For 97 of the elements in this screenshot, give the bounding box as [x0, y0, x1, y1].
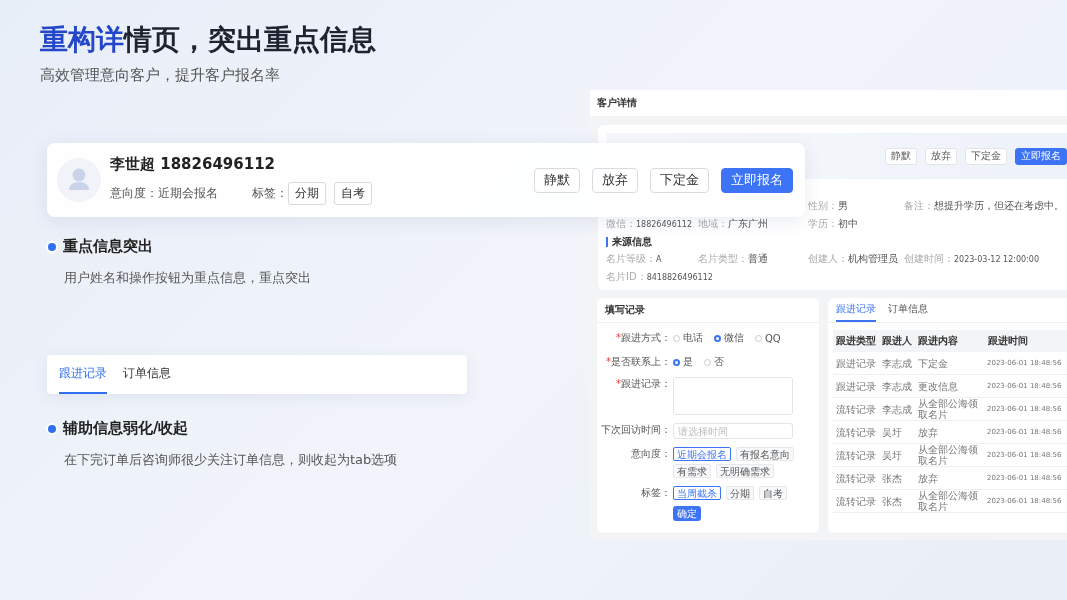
tab[interactable]: 跟进记录 [836, 298, 876, 322]
option-chip[interactable]: 自考 [759, 486, 787, 500]
option-chip[interactable]: 有报名意向 [736, 447, 794, 461]
point-description: 在下完订单后咨询师很少关注订单信息，则收起为tab选项 [64, 451, 398, 469]
bullet-dot [48, 242, 56, 251]
point-description: 用户姓名和操作按钮为重点信息，重点突出 [64, 269, 311, 287]
field-value: 2023-03-12 12:00:00 [954, 254, 1039, 264]
form-label: *是否联系上： [605, 355, 671, 369]
table-cell: 流转记录 [833, 489, 879, 513]
option-chip[interactable]: 分期 [726, 486, 754, 500]
field-label: 创建人： [808, 252, 848, 266]
option-chip[interactable]: 有需求 [673, 464, 711, 478]
option-chip[interactable]: 近期会报名 [673, 447, 731, 461]
action-button[interactable]: 下定金 [965, 147, 1007, 165]
action-button[interactable]: 放弃 [592, 167, 638, 193]
field-value: 男 [838, 199, 848, 213]
section-marker [606, 236, 608, 247]
radio-option[interactable]: QQ [755, 331, 781, 345]
card-title: 填写记录 [605, 303, 645, 317]
intent-label: 意向度： [110, 185, 158, 202]
radio-option[interactable]: 是 [673, 355, 693, 369]
field-label: 备注： [904, 199, 934, 213]
table-cell: 李志成 [879, 374, 915, 398]
customer-name: 李世超 18826496112 [110, 155, 276, 174]
column-header: 跟进时间 [985, 330, 1067, 352]
field-value: 普通 [748, 252, 768, 266]
table-cell: 流转记录 [833, 420, 879, 444]
text-area[interactable] [673, 377, 793, 415]
tab[interactable]: 订单信息 [888, 298, 928, 322]
form-label: 标签： [640, 486, 671, 500]
action-button[interactable]: 下定金 [650, 167, 709, 193]
option-chip[interactable]: 无明确需求 [716, 464, 774, 478]
radio-option[interactable]: 电话 [673, 331, 703, 345]
field-label: 名片ID： [606, 270, 647, 284]
field-value: 18826496112 [636, 219, 692, 229]
action-button[interactable]: 静默 [534, 167, 580, 193]
form-label: 下次回访时间： [600, 423, 671, 437]
field-value: 初中 [838, 217, 858, 231]
table-cell: 更改信息 [915, 374, 985, 398]
avatar-icon [57, 158, 101, 202]
window-title: 客户详情 [597, 96, 637, 110]
date-field[interactable]: 请选择时间 [673, 423, 793, 439]
form-label: *跟进方式： [615, 331, 671, 345]
radio-option[interactable]: 微信 [714, 331, 744, 345]
field-value: 8418826496112 [646, 272, 713, 282]
page-title: 重构详情页，突出重点信息 [40, 24, 376, 56]
form-label: *跟进记录： [615, 377, 671, 391]
field-label: 创建时间： [904, 252, 954, 266]
field-label: 名片等级： [606, 252, 656, 266]
field-value: 广东广州 [728, 217, 768, 231]
column-header: 跟进内容 [915, 330, 985, 352]
table-cell: 跟进记录 [833, 352, 879, 375]
table-cell: 张杰 [879, 466, 915, 490]
bullet-dot [48, 424, 56, 433]
table-cell: 跟进记录 [833, 374, 879, 398]
option-chip[interactable]: 当周截杀 [673, 486, 721, 500]
table-cell: 从全部公海领取名片 [915, 397, 985, 421]
field-label: 性别： [808, 199, 838, 213]
table-cell: 流转记录 [833, 397, 879, 421]
table-cell: 从全部公海领取名片 [915, 443, 985, 467]
table-cell: 放弃 [915, 420, 985, 444]
tab[interactable]: 跟进记录 [59, 355, 107, 394]
tab[interactable]: 订单信息 [123, 355, 171, 394]
action-button[interactable]: 放弃 [925, 147, 957, 165]
field-label: 学历： [808, 217, 838, 231]
table-cell: 流转记录 [833, 443, 879, 467]
action-button[interactable]: 静默 [885, 147, 917, 165]
radio-option[interactable]: 否 [704, 355, 724, 369]
column-header: 跟进人 [879, 330, 915, 352]
field-label: 地域： [698, 217, 728, 231]
point-title: 辅助信息弱化/收起 [63, 419, 189, 438]
table-cell: 下定金 [915, 352, 985, 375]
field-label: 名片类型： [698, 252, 748, 266]
tags-label: 标签： [252, 185, 288, 202]
form-label: 意向度： [630, 447, 671, 461]
page-subtitle: 高效管理意向客户，提升客户报名率 [40, 66, 280, 85]
table-cell: 张杰 [879, 489, 915, 513]
tag: 分期 [288, 182, 326, 205]
field-value: A [656, 254, 662, 264]
table-cell: 吴圩 [879, 443, 915, 467]
intent-value: 近期会报名 [158, 185, 218, 202]
column-header: 跟进类型 [833, 330, 879, 352]
table-cell: 放弃 [915, 466, 985, 490]
field-value: 机构管理员 [848, 252, 898, 266]
primary-button[interactable]: 立即报名 [721, 167, 793, 193]
table-cell: 李志成 [879, 397, 915, 421]
table-cell: 从全部公海领取名片 [915, 489, 985, 513]
submit-button[interactable]: 确定 [673, 506, 701, 521]
tag: 自考 [334, 182, 372, 205]
table-cell: 吴圩 [879, 420, 915, 444]
field-value: 想提升学历，但还在考虑中。 [934, 199, 1064, 213]
section-title: 来源信息 [612, 234, 652, 249]
primary-button[interactable]: 立即报名 [1015, 147, 1067, 165]
table-cell: 流转记录 [833, 466, 879, 490]
point-title: 重点信息突出 [63, 237, 153, 256]
field-label: 微信： [606, 217, 636, 231]
table-cell: 李志成 [879, 352, 915, 375]
